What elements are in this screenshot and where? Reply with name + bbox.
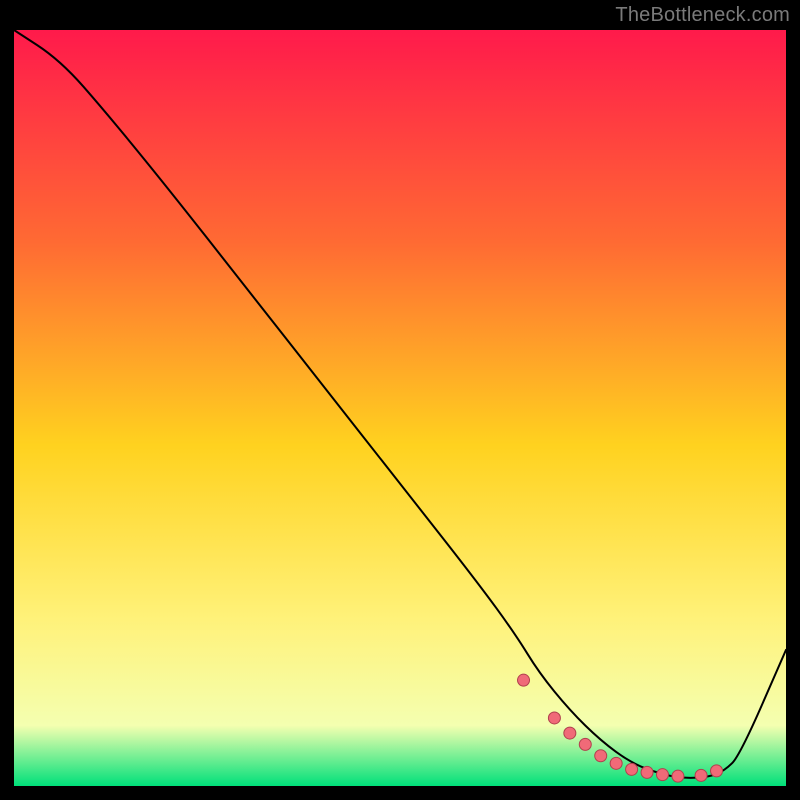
marker-dot [518,674,530,686]
marker-dot [626,763,638,775]
marker-dot [656,769,668,781]
marker-dot [672,770,684,782]
chart-background [14,30,786,786]
marker-dot [579,738,591,750]
marker-dot [695,769,707,781]
bottleneck-chart [14,30,786,786]
marker-dot [595,750,607,762]
marker-dot [548,712,560,724]
marker-dot [641,766,653,778]
marker-dot [711,765,723,777]
marker-dot [564,727,576,739]
attribution-label: TheBottleneck.com [615,4,790,27]
marker-dot [610,757,622,769]
